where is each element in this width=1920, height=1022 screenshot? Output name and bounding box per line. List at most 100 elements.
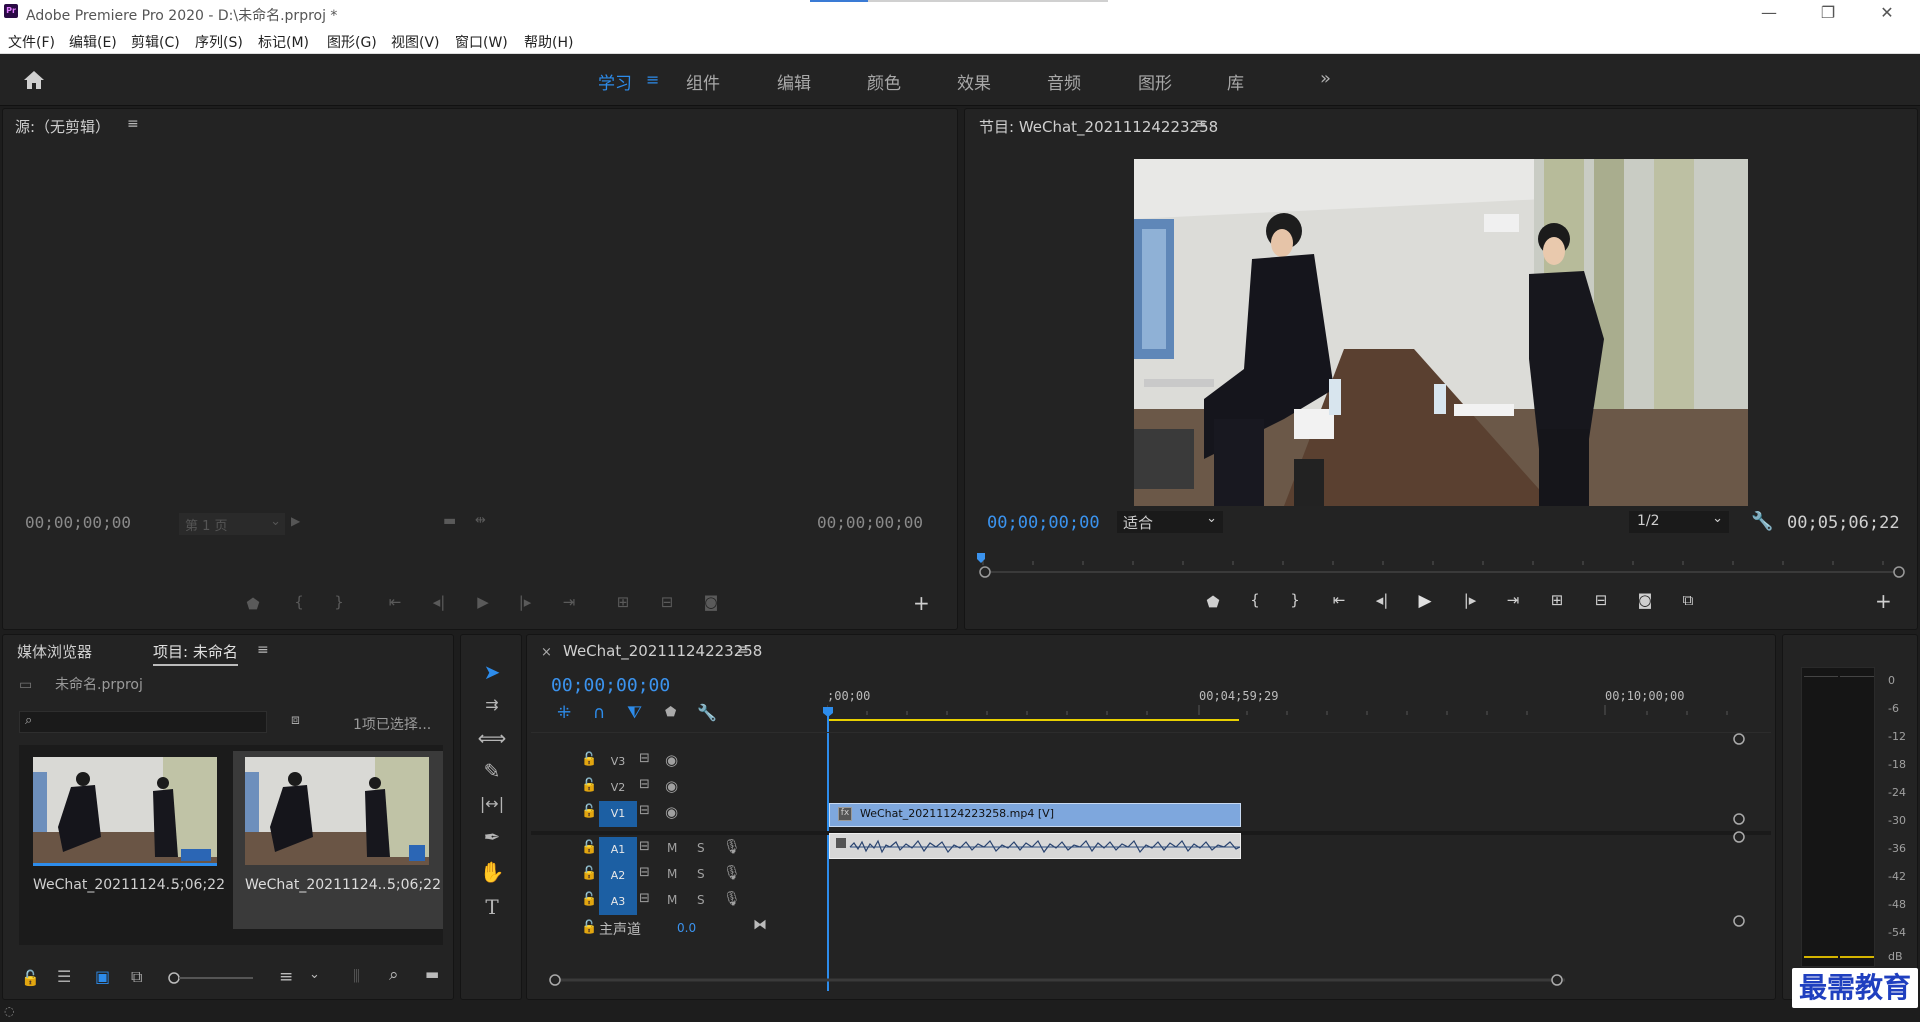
sync-lock-icon[interactable]: ⊟ [639,839,650,854]
hand-tool-icon[interactable]: ✋ [475,857,509,887]
lock-icon[interactable]: 🔓 [581,804,597,819]
menu-edit[interactable]: 编辑(E) [69,32,117,52]
menu-graphics[interactable]: 图形(G) [327,32,377,52]
mark-in-icon[interactable]: { [287,593,311,611]
sync-lock-icon[interactable]: ⊟ [639,777,650,792]
mark-in-icon[interactable]: { [1243,591,1267,609]
project-item[interactable]: WeChat_20211124... 5;06;22 [31,755,225,925]
play-icon[interactable]: ▶ [471,593,495,611]
lock-icon[interactable]: 🔓 [581,892,597,907]
sync-lock-icon[interactable]: ⊟ [639,865,650,880]
go-to-in-icon[interactable]: ⇤ [1327,591,1351,609]
menu-file[interactable]: 文件(F) [8,32,55,52]
find-icon[interactable]: ⌕ [389,965,399,985]
workspace-tab-audio[interactable]: 音频 [1047,69,1081,94]
step-forward-icon[interactable]: |▸ [513,593,537,611]
new-bin-from-search-icon[interactable]: ⧈ [291,712,300,728]
menu-window[interactable]: 窗口(W) [455,32,508,52]
timeline-settings-wrench-icon[interactable]: 🔧 [697,703,717,722]
program-monitor-title[interactable]: 节目: WeChat_20211124223258 [979,116,1218,137]
camera-icon[interactable]: ◙ [1633,591,1657,609]
microphone-icon[interactable]: 🎙 [723,839,741,855]
source-timecode-left[interactable]: 00;00;00;00 [25,513,131,532]
add-marker-icon[interactable]: ⬟ [241,595,265,613]
go-to-in-icon[interactable]: ⇤ [383,593,407,611]
search-input[interactable] [44,713,262,731]
minimize-button[interactable]: — [1746,3,1792,22]
track-select-tool-icon[interactable]: ⇉ [475,690,509,720]
panel-menu-icon[interactable]: ≡ [127,116,139,132]
type-tool-icon[interactable]: T [475,892,509,922]
workspace-tab-learn[interactable]: 学习 [598,69,632,94]
extract-icon[interactable]: ⊟ [1589,591,1613,609]
home-icon[interactable] [22,69,46,91]
go-to-out-icon[interactable]: ⇥ [1501,591,1525,609]
menu-view[interactable]: 视图(V) [391,32,440,52]
camera-icon[interactable]: ◙ [699,593,723,611]
solo-button[interactable]: S [697,893,705,907]
workspace-tab-libraries[interactable]: 库 [1227,69,1244,94]
panel-menu-icon[interactable]: ≡ [257,642,269,658]
freeform-view-icon[interactable]: ⧉ [131,967,142,987]
ripple-edit-tool-icon[interactable]: ⟺ [475,723,509,753]
lock-icon[interactable]: 🔓 [581,920,597,935]
add-marker-icon[interactable]: ⬟ [1201,593,1225,611]
icon-view-icon[interactable]: ▣ [95,967,110,986]
nest-sequence-icon[interactable]: ⁜ [557,703,571,723]
list-view-icon[interactable]: ☰ [57,967,71,986]
sort-icon[interactable]: ≡ [279,967,293,987]
lift-icon[interactable]: ⊞ [1545,591,1569,609]
mute-button[interactable]: M [667,867,677,881]
menu-clip[interactable]: 剪辑(C) [131,32,180,52]
razor-tool-icon[interactable]: ✎ [475,756,509,786]
tab-media-browser[interactable]: 媒体浏览器 [17,641,92,662]
track-label-v2[interactable]: V2 [599,775,637,801]
mute-button[interactable]: M [667,893,677,907]
menu-help[interactable]: 帮助(H) [524,32,573,52]
selection-tool-icon[interactable]: ➤ [475,657,509,687]
timeline-zoom-scrollbar[interactable] [545,971,1575,989]
workspace-tab-graphics[interactable]: 图形 [1138,69,1172,94]
track-label-a2[interactable]: A2 [599,863,637,889]
lock-icon[interactable]: 🔓 [581,752,597,767]
track-label-a1[interactable]: A1 [599,837,637,863]
microphone-icon[interactable]: 🎙 [723,865,741,881]
tab-project[interactable]: 项目: 未命名 [153,641,238,666]
mute-button[interactable]: M [667,841,677,855]
track-label-a3[interactable]: A3 [599,889,637,915]
mark-out-icon[interactable]: } [1283,591,1307,609]
track-label-v1[interactable]: V1 [599,801,637,827]
sync-lock-icon[interactable]: ⊟ [639,751,650,766]
eye-icon[interactable]: ◉ [665,803,678,821]
vertical-track-scrollbar[interactable] [1727,731,1751,931]
project-item-selected[interactable]: WeChat_20211124... 5;06;22 [233,751,443,929]
workspace-tab-color[interactable]: 颜色 [867,69,901,94]
source-monitor-title[interactable]: 源:（无剪辑） [15,116,110,137]
snap-magnet-icon[interactable]: ∩ [593,703,605,723]
add-button-icon[interactable]: + [1875,589,1892,613]
workspace-tab-assembly[interactable]: 组件 [686,69,720,94]
panel-menu-icon[interactable]: ≡ [737,642,749,658]
pen-tool-icon[interactable]: ✒ [475,822,509,852]
menu-sequence[interactable]: 序列(S) [195,32,243,52]
step-forward-icon[interactable]: |▸ [1458,591,1482,609]
add-button-icon[interactable]: + [913,591,930,615]
panel-menu-icon[interactable]: ≡ [1195,116,1207,132]
resolution-dropdown[interactable]: 1/2 ⌄ [1629,511,1729,533]
play-icon[interactable]: ▶ [1413,591,1437,611]
menu-marker[interactable]: 标记(M) [258,32,309,52]
workspace-tab-editing[interactable]: 编辑 [777,69,811,94]
track-label-v3[interactable]: V3 [599,749,637,775]
insert-icon[interactable]: ⊞ [611,593,635,611]
audio-clip[interactable] [829,833,1241,859]
solo-button[interactable]: S [697,841,705,855]
close-tab-icon[interactable]: × [541,645,552,660]
restore-button[interactable]: ❐ [1805,3,1851,22]
microphone-icon[interactable]: 🎙 [723,891,741,907]
chevron-down-icon[interactable]: ⌄ [309,967,320,982]
master-volume-value[interactable]: 0.0 [677,921,696,935]
overwrite-icon[interactable]: ⊟ [655,593,679,611]
step-back-icon[interactable]: ◂| [1370,591,1394,609]
video-clip[interactable]: fx WeChat_20211124223258.mp4 [V] [829,803,1241,827]
step-back-icon[interactable]: ◂| [427,593,451,611]
